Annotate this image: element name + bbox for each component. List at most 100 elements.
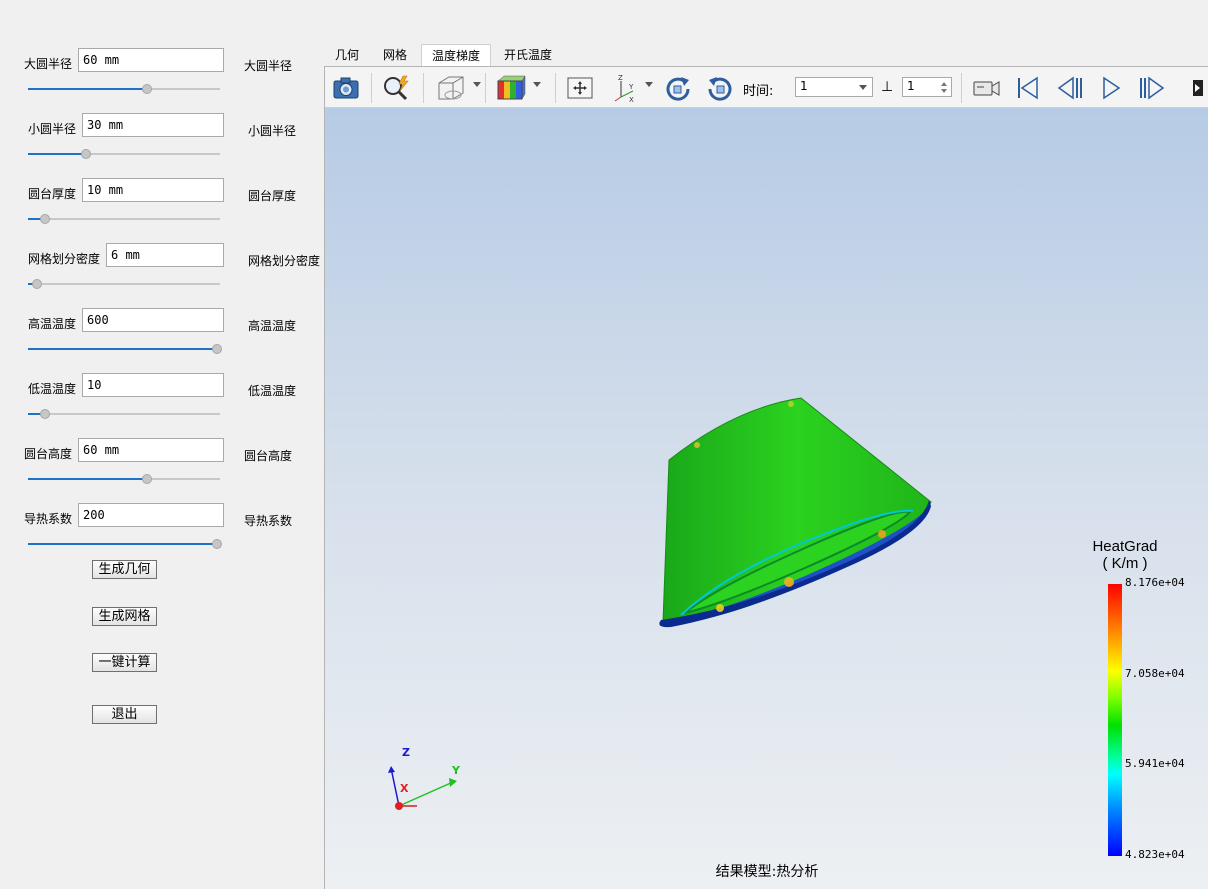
slider-thumb[interactable]	[212, 539, 222, 549]
param-right-label: 大圆半径	[244, 59, 293, 73]
exit-button[interactable]: 退出	[92, 705, 157, 724]
mesh-density-input[interactable]: 6 mm	[106, 243, 224, 267]
axis-label-y: Y	[452, 764, 460, 777]
record-icon[interactable]	[971, 73, 1003, 103]
play-icon[interactable]	[1097, 73, 1125, 103]
small-radius-slider[interactable]	[28, 149, 220, 159]
slider-thumb[interactable]	[32, 279, 42, 289]
param-label: 高温温度	[28, 317, 77, 331]
time-value: 1	[800, 79, 808, 93]
param-label: 圆台厚度	[28, 187, 77, 201]
param-right-label: 圆台高度	[244, 449, 293, 463]
legend-high-label: 7.058e+04	[1125, 667, 1185, 680]
conductivity-input[interactable]: 200	[78, 503, 224, 527]
param-right-label: 圆台厚度	[248, 189, 297, 203]
generate-mesh-button[interactable]: 生成网格	[92, 607, 157, 626]
param-right-label: 导热系数	[244, 514, 293, 528]
param-small-radius: 小圆半径 30 mm 小圆半径	[0, 113, 325, 173]
one-click-compute-button[interactable]: 一键计算	[92, 653, 157, 672]
param-label: 网格划分密度	[28, 252, 101, 266]
param-label: 小圆半径	[28, 122, 77, 136]
param-right-label: 低温温度	[248, 384, 297, 398]
big-radius-slider[interactable]	[28, 84, 220, 94]
conductivity-slider[interactable]	[28, 539, 222, 549]
spin-up-icon[interactable]	[941, 82, 947, 86]
param-high-temp: 高温温度 600 高温温度	[0, 308, 325, 368]
param-right-label: 网格划分密度	[248, 254, 321, 268]
chevron-down-icon[interactable]	[473, 82, 481, 87]
high-temp-input[interactable]: 600	[82, 308, 224, 332]
legend-unit: ( K/m )	[1102, 555, 1148, 572]
svg-text:Z: Z	[618, 74, 623, 82]
param-label: 大圆半径	[24, 57, 73, 71]
color-legend-bar	[1108, 584, 1122, 856]
previous-frame-icon[interactable]	[1055, 73, 1083, 103]
param-conductivity: 导热系数 200 导热系数	[0, 503, 325, 563]
slider-thumb[interactable]	[212, 344, 222, 354]
axes-view-icon[interactable]: ZYX	[609, 73, 641, 104]
chevron-down-icon[interactable]	[859, 85, 867, 90]
thickness-input[interactable]: 10 mm	[82, 178, 224, 202]
axis-label-x: X	[400, 782, 409, 795]
param-label: 圆台高度	[24, 447, 73, 461]
viewer-toolbar: ZYX 时间: 1 ⊥ 1	[325, 67, 1208, 108]
slider-thumb[interactable]	[40, 409, 50, 419]
result-viewer: ZYX 时间: 1 ⊥ 1 Z Y X HeatGrad (K/m) 8.1…	[324, 66, 1208, 889]
generate-geometry-button[interactable]: 生成几何	[92, 560, 157, 579]
slider-thumb[interactable]	[81, 149, 91, 159]
low-temp-input[interactable]: 10	[82, 373, 224, 397]
param-low-temp: 低温温度 10 低温温度	[0, 373, 325, 433]
tab-temperature-gradient[interactable]: 温度梯度	[421, 44, 491, 66]
frustum-height-input[interactable]: 60 mm	[78, 438, 224, 462]
step-value: 1	[907, 79, 915, 93]
low-temp-slider[interactable]	[28, 409, 220, 419]
param-label: 导热系数	[24, 512, 73, 526]
first-frame-icon[interactable]	[1013, 73, 1041, 103]
render-canvas[interactable]: Z Y X HeatGrad ( K/m ) 8.176e+04 7.058e+…	[325, 108, 1208, 889]
step-spinbox[interactable]: 1	[902, 77, 952, 97]
param-mesh-density: 网格划分密度 6 mm 网格划分密度	[0, 243, 325, 303]
camera-icon[interactable]	[331, 73, 361, 103]
display-mode-icon[interactable]	[435, 73, 467, 103]
zoom-icon[interactable]	[381, 73, 413, 103]
next-frame-icon[interactable]	[1137, 73, 1167, 103]
time-select[interactable]: 1	[795, 77, 873, 97]
legend-title-text: HeatGrad	[1092, 538, 1158, 555]
param-right-label: 高温温度	[248, 319, 297, 333]
overflow-icon[interactable]	[1191, 73, 1203, 103]
tab-kelvin-temperature[interactable]: 开氏温度	[495, 44, 561, 66]
thickness-slider[interactable]	[28, 214, 220, 224]
param-right-label: 小圆半径	[248, 124, 297, 138]
axis-label-z: Z	[402, 746, 410, 759]
status-text: 结果模型:热分析	[715, 864, 819, 880]
frustum-height-slider[interactable]	[28, 474, 220, 484]
high-temp-slider[interactable]	[28, 344, 222, 354]
svg-text:Y: Y	[628, 83, 634, 91]
legend-low-label: 5.941e+04	[1125, 757, 1185, 770]
slider-thumb[interactable]	[142, 84, 152, 94]
param-thickness: 圆台厚度 10 mm 圆台厚度	[0, 178, 325, 238]
legend-min-label: 4.823e+04	[1125, 848, 1185, 861]
chevron-down-icon[interactable]	[533, 82, 541, 87]
mesh-density-slider[interactable]	[28, 279, 220, 289]
tab-mesh[interactable]: 网格	[373, 44, 417, 66]
small-radius-input[interactable]: 30 mm	[82, 113, 224, 137]
param-label: 低温温度	[28, 382, 77, 396]
slider-thumb[interactable]	[142, 474, 152, 484]
rotate-ccw-icon[interactable]	[705, 73, 735, 103]
legend-max-label: 8.176e+04	[1125, 576, 1185, 589]
color-map-icon[interactable]	[495, 73, 527, 103]
time-label: 时间:	[743, 84, 774, 99]
slider-thumb[interactable]	[40, 214, 50, 224]
fit-view-icon[interactable]	[565, 73, 595, 103]
step-symbol: ⊥	[881, 79, 894, 95]
param-frustum-height: 圆台高度 60 mm 圆台高度	[0, 438, 325, 498]
svg-text:X: X	[629, 96, 634, 103]
big-radius-input[interactable]: 60 mm	[78, 48, 224, 72]
tab-geometry[interactable]: 几何	[325, 44, 369, 66]
spin-down-icon[interactable]	[941, 89, 947, 93]
rotate-cw-icon[interactable]	[663, 73, 693, 103]
legend-title: HeatGrad ( K/m )	[1088, 538, 1162, 572]
chevron-down-icon[interactable]	[645, 82, 653, 87]
param-big-radius: 大圆半径 60 mm 大圆半径	[0, 48, 325, 108]
